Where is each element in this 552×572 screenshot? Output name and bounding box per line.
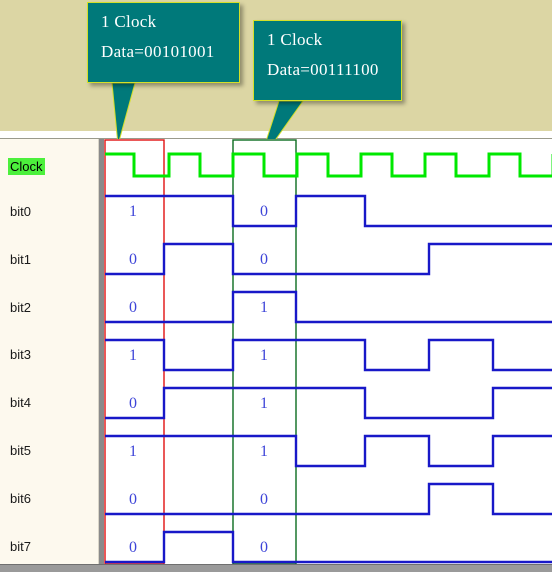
- bit-value-bit7-green: 0: [260, 539, 268, 556]
- signal-label-bit1: bit1: [10, 252, 31, 267]
- signal-label-bit0: bit0: [10, 204, 31, 219]
- waveform-panel[interactable]: Clock bit0 bit1 bit2 bit3 bit4 bit5 bit6 bit7 1 0…: [0, 139, 552, 564]
- bit-value-bit5-green: 1: [260, 443, 268, 460]
- signal-label-bit6: bit6: [10, 491, 31, 506]
- signal-label-bit2: bit2: [10, 300, 31, 315]
- bit-value-bit4-red: 0: [129, 395, 137, 412]
- waveform-trace-bit7: [105, 530, 552, 564]
- signal-label-bit7: bit7: [10, 539, 31, 554]
- waveform-trace-bit6: [105, 482, 552, 516]
- signal-label-clock: Clock: [8, 158, 45, 175]
- bit-value-bit3-green: 1: [260, 347, 268, 364]
- signal-label-column: Clock bit0 bit1 bit2 bit3 bit4 bit5 bit6 bit7: [0, 139, 98, 564]
- bit-value-bit6-red: 0: [129, 491, 137, 508]
- waveform-trace-bit5: [105, 434, 552, 468]
- bit-value-bit6-green: 0: [260, 491, 268, 508]
- callout-tail: [111, 82, 136, 146]
- waveform-trace-clock: [105, 152, 552, 178]
- bit-value-bit1-green: 0: [260, 251, 268, 268]
- waveform-trace-bit3: [105, 338, 552, 372]
- callout-data: Data=00111100: [267, 60, 379, 79]
- bit-value-bit2-green: 1: [260, 299, 268, 316]
- waveform-trace-bit1: [105, 242, 552, 276]
- waveform-trace-bit4: [105, 386, 552, 420]
- callout-clock-2: 1 Clock Data=00111100: [253, 20, 402, 101]
- bit-value-bit2-red: 0: [129, 299, 137, 316]
- signal-label-bit5: bit5: [10, 443, 31, 458]
- signal-label-bit4: bit4: [10, 395, 31, 410]
- bit-value-bit5-red: 1: [129, 443, 137, 460]
- callout-clock-1: 1 Clock Data=00101001: [87, 2, 240, 83]
- bit-value-bit4-green: 1: [260, 395, 268, 412]
- callout-title: 1 Clock: [267, 30, 323, 49]
- bit-value-bit1-red: 0: [129, 251, 137, 268]
- bottom-status-bar: [0, 564, 552, 572]
- signal-label-bit3: bit3: [10, 347, 31, 362]
- waveform-trace-bit2: [105, 290, 552, 324]
- waveform-trace-bit0: [105, 194, 552, 228]
- bit-value-bit0-green: 0: [260, 203, 268, 220]
- bit-value-bit7-red: 0: [129, 539, 137, 556]
- callout-data: Data=00101001: [101, 42, 215, 61]
- waveform-plot[interactable]: 1 0 0 0 0 1 1 1 0 1 1 1 0 0 0 0: [104, 139, 552, 564]
- bit-value-bit3-red: 1: [129, 347, 137, 364]
- bit-value-bit0-red: 1: [129, 203, 137, 220]
- callout-title: 1 Clock: [101, 12, 157, 31]
